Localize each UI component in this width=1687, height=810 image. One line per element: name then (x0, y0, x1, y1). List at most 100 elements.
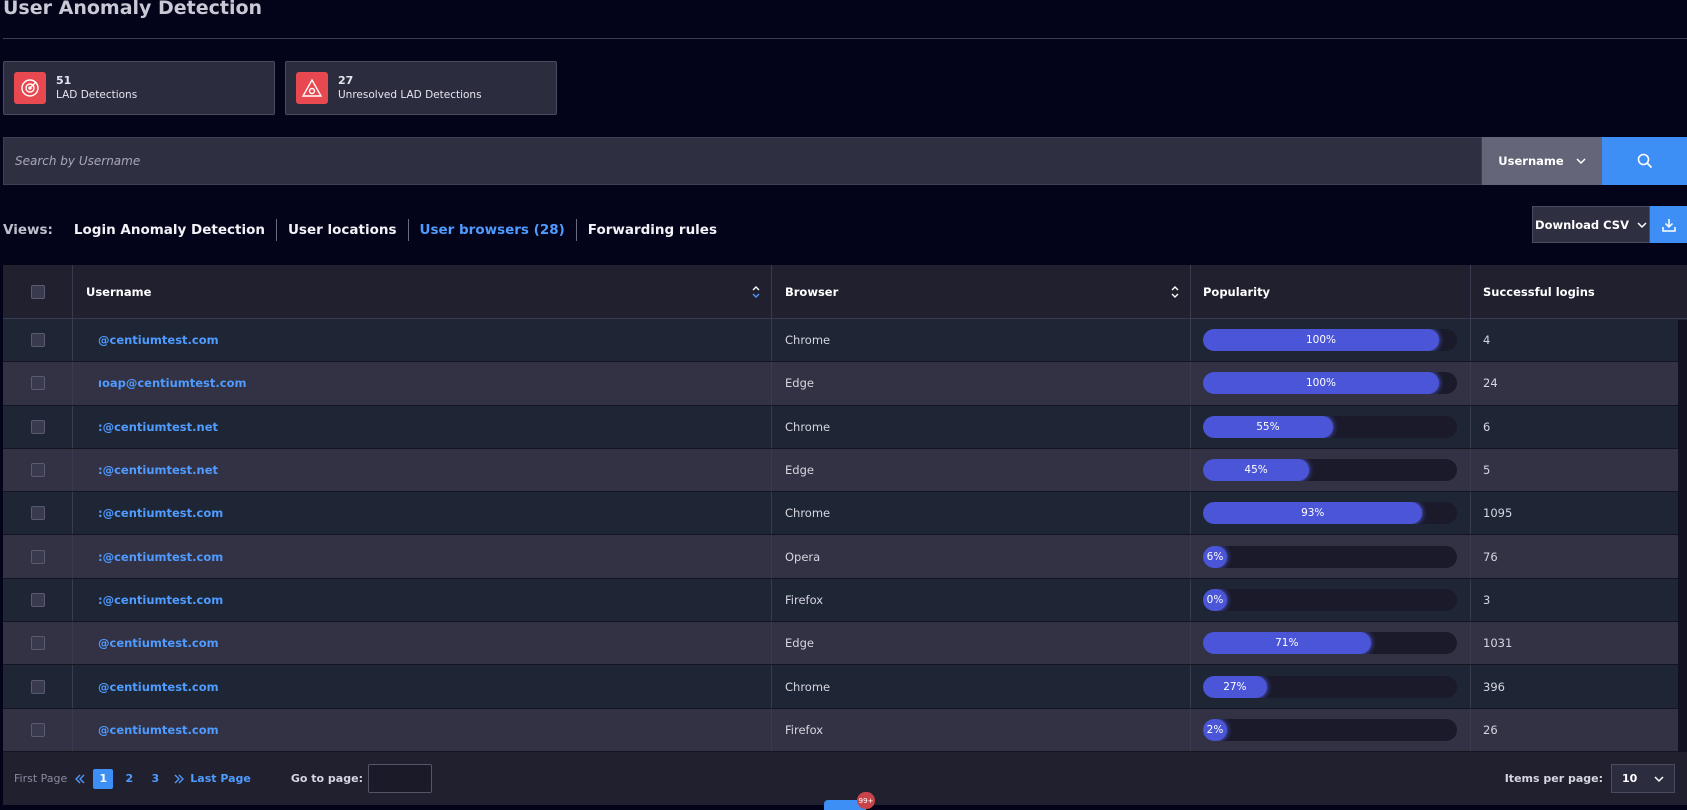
sort-icon[interactable] (751, 284, 761, 300)
search-input[interactable] (3, 137, 1482, 185)
column-header-browser[interactable]: Browser (785, 285, 838, 299)
popularity-label: 2% (1206, 723, 1224, 736)
username-link[interactable]: :@centiumtest.net (86, 463, 218, 477)
notification-badge: 99+ (857, 792, 875, 809)
column-header-popularity: Popularity (1203, 284, 1271, 299)
browser-cell: Chrome (785, 679, 831, 694)
row-checkbox[interactable] (30, 636, 45, 651)
stat-card-lad-detections[interactable]: 51 LAD Detections (3, 61, 275, 115)
popularity-label: 45% (1244, 464, 1268, 477)
popularity-fill: 0% (1203, 588, 1227, 611)
popularity-label: 93% (1301, 507, 1325, 520)
search-button[interactable] (1602, 137, 1687, 185)
stat-label: Unresolved LAD Detections (338, 89, 482, 101)
table-row: :@centiumtest.net Edge 45% 5 (3, 448, 1687, 493)
table-row: @centiumtest.com Edge 71% 1031 (3, 622, 1687, 666)
username-link[interactable]: :@centiumtest.net (86, 420, 218, 434)
download-csv-label: Download CSV (1535, 217, 1629, 232)
search-field-select[interactable]: Username (1482, 137, 1602, 185)
select-all-checkbox[interactable] (30, 284, 45, 299)
popularity-fill: 45% (1203, 459, 1310, 482)
items-per-page-label: Items per page: (1504, 772, 1603, 785)
chevron-down-icon (1654, 775, 1664, 782)
popularity-bar: 6% (1203, 545, 1457, 568)
row-checkbox[interactable] (30, 506, 45, 521)
row-checkbox[interactable] (30, 722, 45, 737)
successful-logins-cell: 3 (1483, 592, 1491, 607)
page-2-button[interactable]: 2 (119, 769, 139, 789)
pagination: First Page 1 2 3 Last Page Go to page: I… (3, 752, 1687, 805)
popularity-label: 6% (1206, 550, 1224, 563)
table-row: :@centiumtest.com Firefox 0% 3 (3, 578, 1687, 623)
username-link[interactable]: :@centiumtest.com (86, 593, 223, 607)
popularity-bar: 27% (1203, 675, 1457, 698)
popularity-fill: 55% (1203, 415, 1333, 438)
row-checkbox[interactable] (30, 592, 45, 607)
username-link[interactable]: :@centiumtest.com (86, 506, 223, 520)
download-csv-button[interactable]: Download CSV (1532, 206, 1650, 243)
last-page-link[interactable]: Last Page (190, 772, 251, 785)
popularity-label: 100% (1305, 334, 1337, 347)
browser-cell: Edge (785, 376, 814, 391)
go-to-page-label: Go to page: (290, 772, 363, 785)
items-per-page-select[interactable]: 10 (1611, 764, 1675, 793)
tab-login-anomaly-detection[interactable]: Login Anomaly Detection (63, 219, 277, 241)
table-scrollbar[interactable] (1678, 320, 1687, 752)
row-checkbox[interactable] (30, 333, 45, 348)
column-header-username[interactable]: Username (86, 285, 151, 299)
browser-cell: Chrome (785, 333, 831, 348)
popularity-bar: 45% (1203, 459, 1457, 482)
table-row: @centiumtest.com Chrome 27% 396 (3, 665, 1687, 709)
successful-logins-cell: 4 (1483, 333, 1491, 348)
search-field-label: Username (1498, 154, 1564, 168)
table-row: :@centiumtest.net Chrome 55% 6 (3, 405, 1687, 449)
successful-logins-cell: 1031 (1483, 636, 1513, 651)
browser-cell: Firefox (785, 592, 824, 607)
successful-logins-cell: 6 (1483, 419, 1491, 434)
views-label: Views: (3, 222, 53, 238)
browser-cell: Edge (785, 463, 814, 478)
successful-logins-cell: 26 (1483, 722, 1498, 737)
popularity-fill: 71% (1203, 632, 1371, 655)
popularity-fill: 100% (1203, 372, 1439, 395)
stat-card-unresolved-lad[interactable]: 27 Unresolved LAD Detections (285, 61, 557, 115)
username-link[interactable]: ıoap@centiumtest.com (86, 376, 246, 390)
tab-user-locations[interactable]: User locations (277, 219, 409, 241)
row-checkbox[interactable] (30, 463, 45, 478)
row-checkbox[interactable] (30, 679, 45, 694)
column-header-successful-logins: Successful logins (1483, 284, 1595, 299)
username-link[interactable]: @centiumtest.com (86, 636, 219, 650)
search-icon (1637, 153, 1652, 169)
table-row: @centiumtest.com Chrome 100% 4 (3, 319, 1687, 363)
row-checkbox[interactable] (30, 419, 45, 434)
stat-count: 27 (338, 74, 354, 87)
table-body: @centiumtest.com Chrome 100% 4 ıoap@centiumt… (3, 319, 1687, 752)
search-bar: Username (3, 137, 1687, 185)
table-row: :@centiumtest.com Opera 6% 76 (3, 535, 1687, 579)
first-page-link[interactable]: First Page (14, 772, 67, 785)
username-link[interactable]: :@centiumtest.com (86, 550, 223, 564)
browser-cell: Firefox (785, 722, 824, 737)
username-link[interactable]: @centiumtest.com (86, 333, 219, 347)
username-link[interactable]: @centiumtest.com (86, 723, 219, 737)
csv-actions: Download CSV (1532, 206, 1687, 243)
chevrons-left-icon[interactable] (74, 774, 86, 784)
items-per-page-value: 10 (1622, 772, 1638, 785)
successful-logins-cell: 5 (1483, 463, 1491, 478)
views-nav: Views: Login Anomaly Detection User loca… (3, 219, 728, 241)
page-1-button[interactable]: 1 (93, 768, 114, 789)
chevron-down-icon (1576, 158, 1586, 165)
browser-cell: Opera (785, 549, 821, 564)
chevrons-right-icon[interactable] (173, 774, 185, 784)
popularity-label: 71% (1275, 637, 1299, 650)
popularity-bar: 71% (1203, 632, 1457, 655)
go-to-page-input[interactable] (367, 764, 432, 793)
tab-forwarding-rules[interactable]: Forwarding rules (577, 219, 728, 241)
row-checkbox[interactable] (30, 376, 45, 391)
username-link[interactable]: @centiumtest.com (86, 680, 219, 694)
tab-user-browsers[interactable]: User browsers (28) (409, 219, 577, 241)
row-checkbox[interactable] (30, 549, 45, 564)
sort-icon[interactable] (1170, 284, 1180, 300)
download-button[interactable] (1650, 206, 1687, 243)
page-3-button[interactable]: 3 (145, 769, 165, 789)
